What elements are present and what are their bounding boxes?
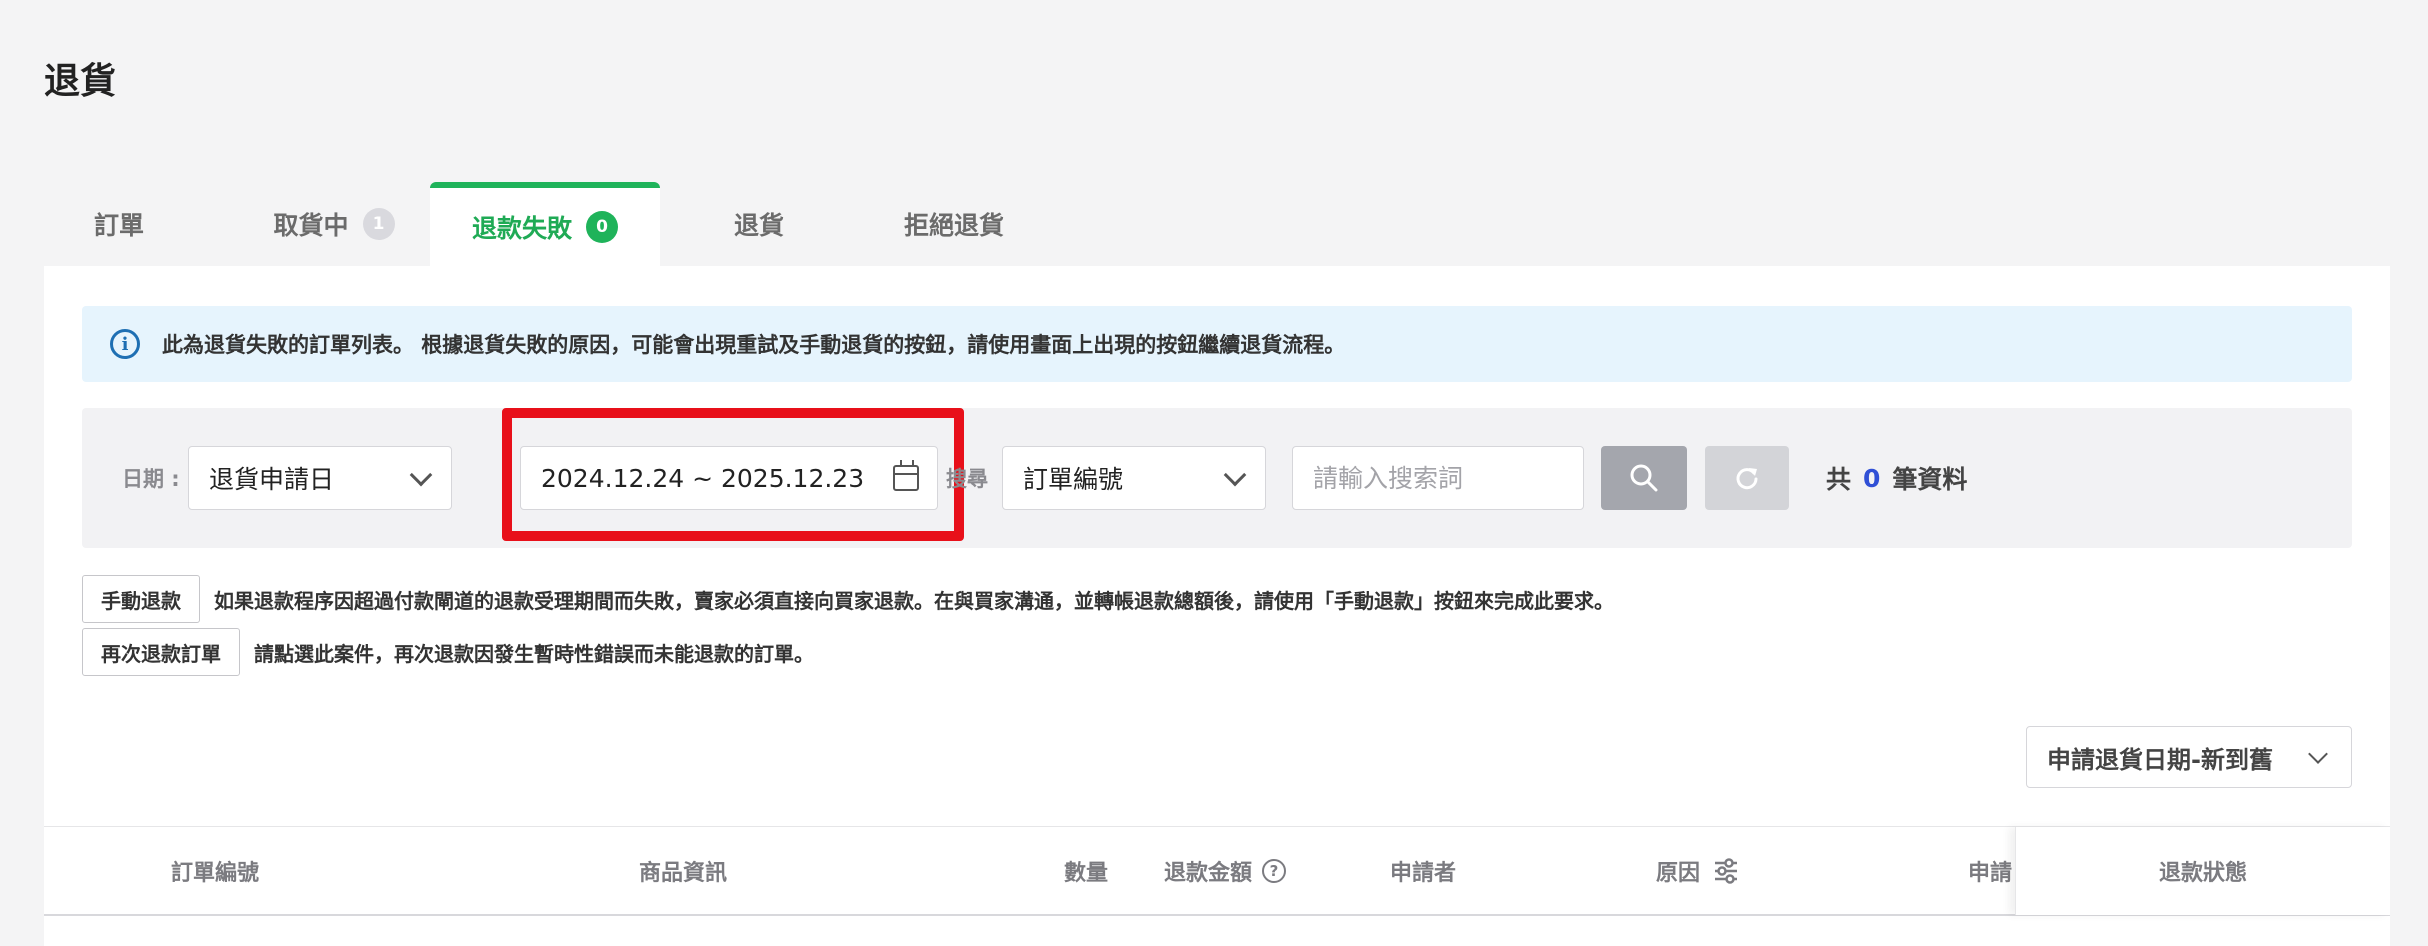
date-range-value: 2024.12.24 ~ 2025.12.23 — [541, 463, 865, 493]
refresh-icon — [1736, 468, 1758, 490]
filter-bar: 日期 : 退貨申請日 2024.12.24 ~ 2025.12.23 搜尋 訂單… — [82, 408, 2352, 548]
tab-picking-up[interactable]: 取貨中 1 — [224, 182, 444, 266]
info-text: 此為退貨失敗的訂單列表。 根據退貨失敗的原因，可能會出現重試及手動退貨的按鈕，請… — [162, 333, 1346, 357]
tab-label: 退貨 — [733, 211, 784, 240]
count-suffix: 筆資料 — [1892, 465, 1968, 494]
chevron-down-icon — [1223, 463, 1247, 487]
page-title: 退貨 — [44, 61, 117, 102]
tab-label: 訂單 — [93, 211, 144, 240]
date-label: 日期 : — [122, 467, 180, 491]
calendar-icon — [893, 460, 919, 491]
count-badge: 0 — [586, 211, 618, 243]
table-header: 訂單編號 商品資訊 數量 退款金額 ? 申請者 原因 申請日 退款狀態 — [44, 826, 2390, 916]
count-value: 0 — [1863, 463, 1881, 493]
retry-refund-button[interactable]: 再次退款訂單 — [82, 628, 240, 676]
manual-refund-row: 手動退款 如果退款程序因超過付款閘道的退款受理期間而失敗，賣家必須直接向買家退款… — [82, 575, 1614, 623]
column-order-number[interactable]: 訂單編號 — [171, 827, 259, 915]
refund-amount-label: 退款金額 — [1164, 861, 1253, 886]
search-icon — [1630, 464, 1658, 492]
tab-bar: 訂單 取貨中 1 退款失敗 0 退貨 拒絕退貨 — [44, 182, 2390, 266]
info-icon: i — [110, 329, 140, 359]
search-input[interactable] — [1292, 446, 1584, 510]
manual-refund-button[interactable]: 手動退款 — [82, 575, 200, 623]
result-count: 共 0 筆資料 — [1826, 408, 1967, 548]
column-quantity: 數量 — [1064, 861, 1109, 886]
date-range-picker[interactable]: 2024.12.24 ~ 2025.12.23 — [520, 446, 938, 510]
search-label: 搜尋 — [946, 467, 988, 491]
tab-label: 退款失敗 — [471, 214, 572, 243]
search-field-value: 訂單編號 — [1023, 465, 1124, 494]
retry-refund-description: 請點選此案件，再次退款因發生暫時性錯誤而未能退款的訂單。 — [254, 641, 814, 666]
date-type-value: 退貨申請日 — [209, 465, 335, 494]
tab-rejected-returns[interactable]: 拒絕退貨 — [864, 182, 1044, 266]
tab-refund-failed[interactable]: 退款失敗 0 — [430, 182, 660, 266]
search-field-select[interactable]: 訂單編號 — [1002, 446, 1266, 510]
content-panel: i 此為退貨失敗的訂單列表。 根據退貨失敗的原因，可能會出現重試及手動退貨的按鈕… — [44, 266, 2390, 946]
column-applicant: 申請者 — [1390, 861, 1457, 886]
filter-icon[interactable] — [1712, 857, 1740, 885]
sort-select[interactable]: 申請退貨日期-新到舊 — [2026, 726, 2352, 788]
column-product-info: 商品資訊 — [639, 861, 728, 886]
reason-label: 原因 — [1656, 861, 1701, 886]
column-refund-amount: 退款金額 ? — [1164, 827, 1287, 915]
chevron-down-icon — [2308, 744, 2328, 764]
tab-returns[interactable]: 退貨 — [684, 182, 834, 266]
count-badge: 1 — [362, 208, 395, 240]
sort-value: 申請退貨日期-新到舊 — [2047, 745, 2273, 774]
info-banner: i 此為退貨失敗的訂單列表。 根據退貨失敗的原因，可能會出現重試及手動退貨的按鈕… — [82, 306, 2352, 382]
search-button[interactable] — [1601, 446, 1687, 510]
tab-label: 取貨中 — [273, 211, 349, 240]
reset-button[interactable] — [1705, 446, 1789, 510]
tab-label: 拒絕退貨 — [903, 211, 1004, 240]
date-type-select[interactable]: 退貨申請日 — [188, 446, 452, 510]
count-prefix: 共 — [1826, 465, 1852, 494]
column-refund-status: 退款狀態 — [2015, 827, 2390, 915]
manual-refund-description: 如果退款程序因超過付款閘道的退款受理期間而失敗，賣家必須直接向買家退款。在與買家… — [214, 588, 1614, 613]
retry-refund-row: 再次退款訂單 請點選此案件，再次退款因發生暫時性錯誤而未能退款的訂單。 — [82, 628, 814, 676]
chevron-down-icon — [409, 463, 433, 487]
tab-orders[interactable]: 訂單 — [44, 182, 194, 266]
help-icon[interactable]: ? — [1262, 859, 1287, 883]
column-reason: 原因 — [1656, 827, 1740, 915]
